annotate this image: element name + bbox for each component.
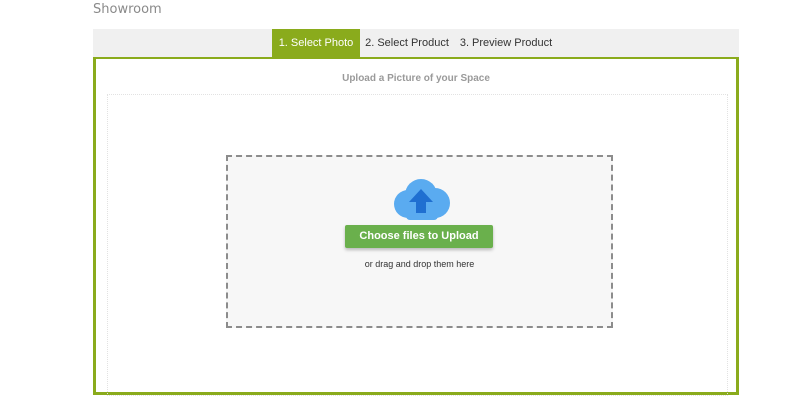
choose-files-button[interactable]: Choose files to Upload xyxy=(345,225,493,248)
page-title: Showroom xyxy=(93,2,162,17)
tab-select-product[interactable]: 2. Select Product xyxy=(363,29,451,57)
wizard-steps: 1. Select Photo 2. Select Product 3. Pre… xyxy=(93,29,739,57)
drag-drop-hint: or drag and drop them here xyxy=(364,259,475,269)
cloud-upload-icon xyxy=(394,179,450,220)
upload-panel: Upload a Picture of your Space Choose fi… xyxy=(93,57,739,396)
file-dropzone[interactable]: Choose files to Upload or drag and drop … xyxy=(226,155,613,328)
tab-preview-product[interactable]: 3. Preview Product xyxy=(459,29,553,57)
tab-select-photo[interactable]: 1. Select Photo xyxy=(272,29,360,57)
upload-heading: Upload a Picture of your Space xyxy=(342,73,490,84)
